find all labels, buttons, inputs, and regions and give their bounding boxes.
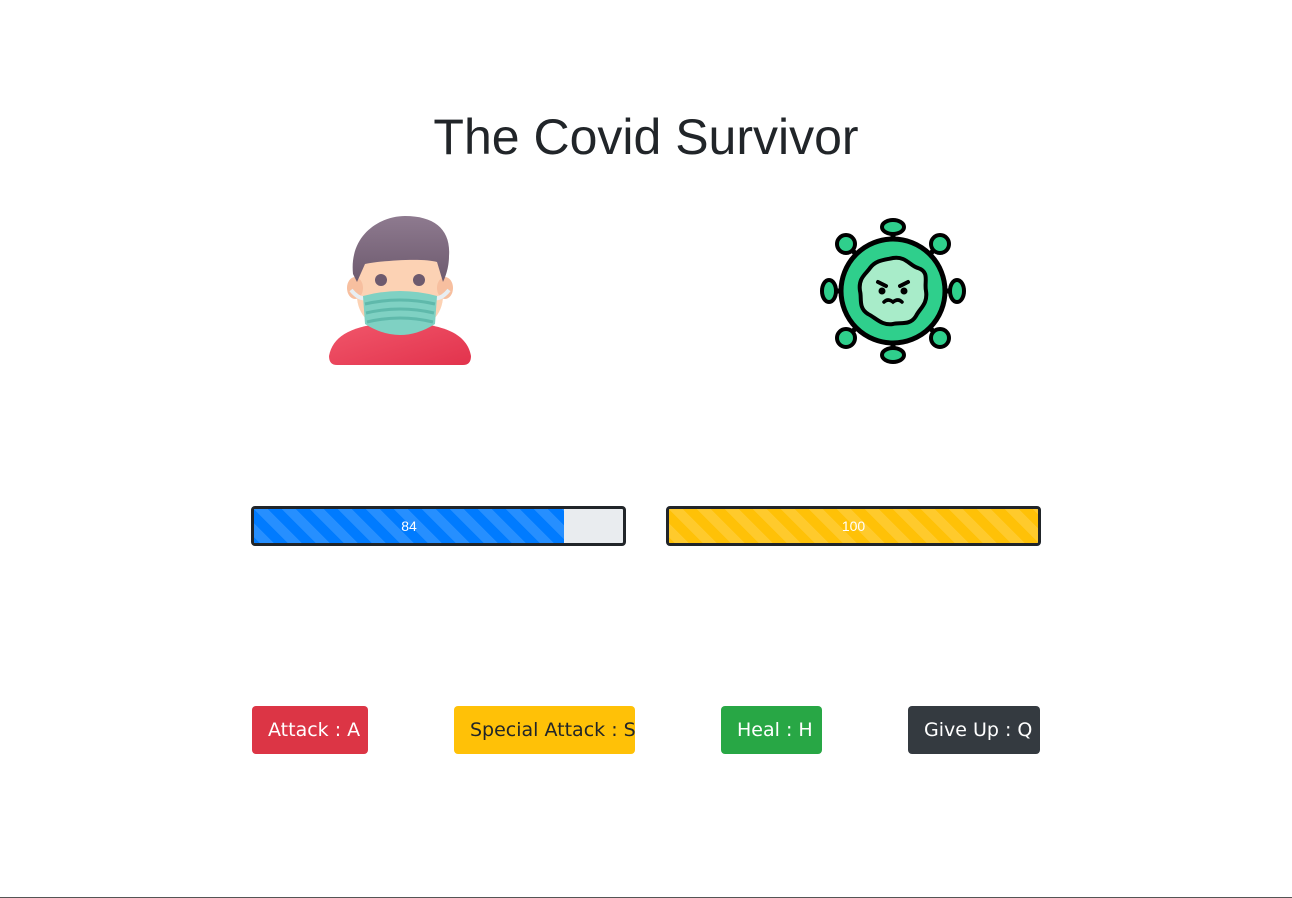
player-health-bar: 84 bbox=[251, 506, 626, 546]
player-health-fill: 84 bbox=[254, 509, 564, 543]
page-title: The Covid Survivor bbox=[433, 109, 859, 165]
give-up-button[interactable]: Give Up : Q bbox=[908, 706, 1040, 754]
game-screen: The Covid Survivor 84 100 Attack: A Spe… bbox=[0, 0, 1292, 898]
attack-button[interactable]: Attack : A bbox=[252, 706, 368, 754]
virus-health-bar: 100 bbox=[666, 506, 1041, 546]
virus-health-fill: 100 bbox=[669, 509, 1038, 543]
virus-icon bbox=[818, 216, 968, 366]
special-attack-button[interactable]: Special Attack : S bbox=[454, 706, 636, 754]
masked-person-icon bbox=[325, 216, 475, 366]
player-health-value: 84 bbox=[401, 518, 417, 534]
virus-health-value: 100 bbox=[841, 518, 866, 534]
heal-button[interactable]: Heal : H bbox=[721, 706, 822, 754]
